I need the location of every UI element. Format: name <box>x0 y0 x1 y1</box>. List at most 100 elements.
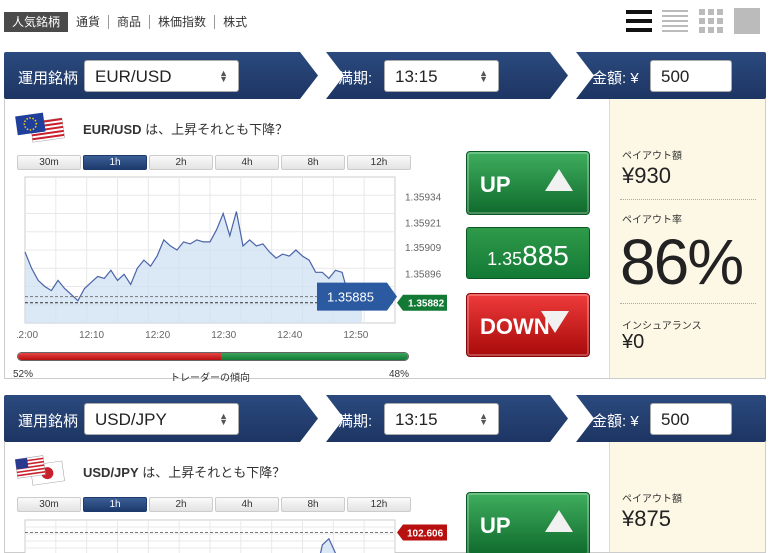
question-text: EUR/USD は、上昇それとも下降？ <box>83 119 288 138</box>
up-button[interactable]: UP <box>466 151 590 215</box>
question-suffix: は、上昇それとも下降？ <box>141 122 289 137</box>
grid-view-icon[interactable] <box>698 8 724 34</box>
timeframe-tabs: 30m 1h 2h 4h 8h 12h <box>17 155 413 170</box>
x-tick-label: 12:20 <box>145 330 170 341</box>
trade-panel-usdjpy: 運用銘柄 USD/JPY ▲ ▼ 満期: 13:15 ▲ ▼ 金額: ¥ 500 U… <box>4 395 766 553</box>
price-pips: 885 <box>522 240 569 271</box>
amount-input[interactable]: 500 <box>650 403 732 435</box>
sentiment-bar <box>17 352 409 361</box>
question-suffix: は、上昇それとも下降？ <box>138 465 286 480</box>
tab-currency[interactable]: 通貨 <box>68 15 108 29</box>
category-tabs: 人気銘柄 通貨 商品 株価指数 株式 <box>4 12 255 32</box>
range-8h[interactable]: 8h <box>281 497 345 512</box>
chevron-right-icon <box>550 52 594 99</box>
panel-body: USD/JPY は、上昇それとも下降？ 30m 1h 2h 4h 8h 12h … <box>4 442 766 553</box>
sentiment-call-fill <box>220 353 408 360</box>
trade-panel-eurusd: 運用銘柄 EUR/USD ▲ ▼ 満期: 13:15 ▲ ▼ 金額: ¥ 500 E… <box>4 52 766 384</box>
range-2h[interactable]: 2h <box>149 497 213 512</box>
amount-value: 500 <box>661 410 690 429</box>
insurance-label: インシュアランス <box>622 321 702 332</box>
expiry-select[interactable]: 13:15 ▲ ▼ <box>384 60 499 92</box>
list-view-icon[interactable] <box>626 8 652 34</box>
select-arrows-icon: ▲ ▼ <box>219 68 228 84</box>
payout-amount-label: ペイアウト額 <box>622 494 682 505</box>
price-chart: 102.591102.606 <box>24 519 447 553</box>
expiry-value: 13:15 <box>395 410 438 429</box>
up-label: UP <box>480 172 511 197</box>
panel-body: EUR/USD は、上昇それとも下降？ 30m 1h 2h 4h 8h 12h … <box>4 99 766 384</box>
payout-rate-label: ペイアウト率 <box>622 215 682 226</box>
range-8h[interactable]: 8h <box>281 155 345 170</box>
select-arrows-icon: ▲ ▼ <box>479 411 488 427</box>
asset-select[interactable]: USD/JPY ▲ ▼ <box>84 403 239 435</box>
x-tick-label: 12:30 <box>211 330 236 341</box>
down-label: DOWN <box>480 314 550 339</box>
payout-amount: ¥930 <box>622 163 671 188</box>
price-chart: 1.35934 1.35921 1.35909 1.35896 12:00 12:10 12… <box>17 176 447 341</box>
timeframe-tabs: 30m 1h 2h 4h 8h 12h <box>17 497 413 512</box>
expiry-value: 13:15 <box>395 67 438 86</box>
current-price-label: 102.606 <box>407 528 444 539</box>
select-arrows-icon: ▲ ▼ <box>219 411 228 427</box>
sentiment-call-pct: 48% <box>389 369 410 380</box>
tab-indices[interactable]: 株価指数 <box>149 15 214 29</box>
amount-value: 500 <box>661 67 690 86</box>
expiry-label: 満期: <box>338 70 373 87</box>
tab-stocks[interactable]: 株式 <box>214 15 255 29</box>
range-4h[interactable]: 4h <box>215 497 279 512</box>
tile-view-icon[interactable] <box>734 8 760 34</box>
divider <box>620 303 756 304</box>
asset-value: EUR/USD <box>95 67 172 86</box>
strike-price-label: 1.35882 <box>408 299 445 310</box>
payout-amount-label: ペイアウト額 <box>622 151 682 162</box>
payout-amount: ¥875 <box>622 506 671 531</box>
question-pair: EUR/USD <box>83 122 142 137</box>
sentiment-label: トレーダーの傾向 <box>170 373 250 384</box>
range-1h[interactable]: 1h <box>83 497 147 512</box>
current-price-label: 1.35885 <box>327 290 374 305</box>
divider <box>620 199 756 200</box>
range-4h[interactable]: 4h <box>215 155 279 170</box>
x-tick-label: 12:40 <box>277 330 302 341</box>
x-tick-label: 12:10 <box>79 330 104 341</box>
insurance-amount: ¥0 <box>622 331 645 353</box>
range-1h[interactable]: 1h <box>83 155 147 170</box>
amount-input[interactable]: 500 <box>650 60 732 92</box>
tab-popular[interactable]: 人気銘柄 <box>4 12 69 32</box>
range-30m[interactable]: 30m <box>17 155 81 170</box>
asset-value: USD/JPY <box>95 410 167 429</box>
asset-select[interactable]: EUR/USD ▲ ▼ <box>84 60 239 92</box>
option-bar: 運用銘柄 USD/JPY ▲ ▼ 満期: 13:15 ▲ ▼ 金額: ¥ 500 <box>4 395 766 442</box>
expiry-label: 満期: <box>338 413 373 430</box>
payout-sidebar: ペイアウト額 ¥875 <box>609 442 765 552</box>
payout-sidebar: ペイアウト額 ¥930 ペイアウト率 86% インシュアランス ¥0 <box>609 99 765 378</box>
range-12h[interactable]: 12h <box>347 155 411 170</box>
view-switcher <box>626 8 760 34</box>
x-tick-label: 12:50 <box>343 330 368 341</box>
arrow-up-icon <box>545 510 573 532</box>
eu-us-flag-icon <box>15 112 65 143</box>
y-tick-label: 1.35921 <box>405 219 442 230</box>
down-button[interactable]: DOWN <box>466 293 590 357</box>
up-button[interactable]: UP <box>466 492 590 553</box>
asset-label: 運用銘柄 <box>18 413 79 430</box>
question-pair: USD/JPY <box>83 465 139 480</box>
range-2h[interactable]: 2h <box>149 155 213 170</box>
option-bar: 運用銘柄 EUR/USD ▲ ▼ 満期: 13:15 ▲ ▼ 金額: ¥ 500 <box>4 52 766 99</box>
expiry-select[interactable]: 13:15 ▲ ▼ <box>384 403 499 435</box>
compact-list-icon[interactable] <box>662 8 688 34</box>
range-12h[interactable]: 12h <box>347 497 411 512</box>
range-30m[interactable]: 30m <box>17 497 81 512</box>
arrow-down-icon <box>541 311 569 333</box>
arrow-up-icon <box>545 169 573 191</box>
y-tick-label: 1.35934 <box>405 192 442 203</box>
up-label: UP <box>480 513 511 538</box>
select-arrows-icon: ▲ ▼ <box>479 68 488 84</box>
y-tick-label: 1.35896 <box>405 269 442 280</box>
amount-label: 金額: ¥ <box>592 70 639 87</box>
asset-label: 運用銘柄 <box>18 70 79 87</box>
payout-rate: 86% <box>620 226 744 298</box>
sentiment-put-pct: 52% <box>13 369 34 380</box>
tab-commodities[interactable]: 商品 <box>108 15 149 29</box>
amount-label: 金額: ¥ <box>592 413 639 430</box>
